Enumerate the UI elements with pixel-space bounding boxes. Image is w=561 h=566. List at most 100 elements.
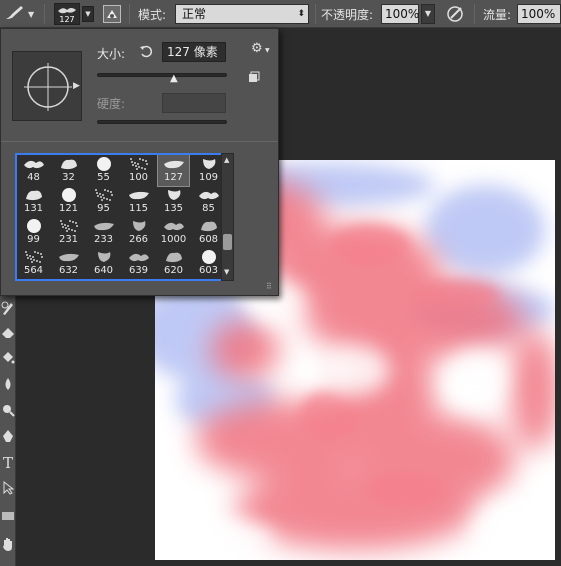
hand-tool[interactable] (0, 532, 16, 558)
brush-preset-size: 608 (198, 234, 219, 245)
brush-preset-picker-panel: ▶ 大小: 127 像素 ⚙ ▼ ▲ 硬度: 48 32 55 100 127 109 13… (0, 28, 279, 296)
brush-preset-item[interactable]: 55 (88, 155, 119, 186)
pressure-opacity-button[interactable] (446, 0, 470, 28)
brush-preset-size: 32 (62, 172, 75, 183)
size-slider-thumb[interactable]: ▲ (170, 73, 178, 84)
brush-preset-size: 639 (128, 265, 149, 276)
dodge-tool[interactable] (0, 398, 16, 424)
brush-preset-item[interactable]: 266 (123, 217, 154, 248)
reset-size-icon[interactable] (139, 44, 153, 61)
triangle-right-icon: ▶ (73, 81, 80, 91)
magnifier-icon (1, 403, 15, 420)
brush-preset-item[interactable]: 95 (88, 186, 119, 217)
brush-preset-item[interactable]: 639 (123, 248, 154, 279)
brush-preset-item[interactable]: 603 (193, 248, 224, 279)
blur-drop-icon (2, 377, 14, 394)
flow-value: 100% (521, 7, 556, 21)
presets-scrollbar[interactable]: ▲ ▼ (221, 153, 234, 281)
rectangle-tool[interactable] (0, 504, 16, 530)
brush-preset-item[interactable]: 608 (193, 217, 224, 248)
brush-tip-thumbnail (59, 253, 79, 262)
brush-tip-thumbnail (94, 222, 114, 231)
brush-preset-size: 48 (27, 172, 40, 183)
mode-label: 模式: (138, 7, 167, 22)
pen-tool[interactable] (0, 424, 16, 450)
brush-preset-item[interactable]: 100 (123, 155, 154, 186)
history-brush-tool[interactable] (0, 296, 16, 322)
updown-arrow-icon: ⬍ (297, 9, 305, 19)
flow-label: 流量: (483, 7, 512, 22)
opacity-label: 不透明度: (321, 7, 374, 22)
type-tool[interactable]: T (0, 450, 16, 476)
brush-tip-thumbnail (168, 190, 181, 200)
brush-preset-item[interactable]: 632 (53, 248, 84, 279)
brush-preset-size: 100 (128, 172, 149, 183)
brush-preset-item[interactable]: 620 (158, 248, 189, 279)
blend-mode-select[interactable]: 正常 ⬍ (175, 4, 309, 24)
brush-preset-item[interactable]: 564 (18, 248, 49, 279)
gear-icon[interactable]: ⚙ (251, 41, 263, 56)
pen-icon (1, 429, 15, 446)
brush-preset-item[interactable]: 99 (18, 217, 49, 248)
brush-preset-item[interactable]: 640 (88, 248, 119, 279)
scroll-down-icon[interactable]: ▼ (224, 268, 229, 276)
brush-tip-thumbnail (98, 252, 111, 262)
brush-preset-item[interactable]: 85 (193, 186, 224, 217)
scroll-thumb[interactable] (223, 234, 232, 250)
brush-preset-size: 131 (23, 203, 44, 214)
brush-preset-item[interactable]: 109 (193, 155, 224, 186)
brush-preset-size: 603 (198, 265, 219, 276)
brush-tip-thumbnail (27, 219, 41, 233)
toggle-brush-panel-button[interactable] (103, 0, 125, 28)
brush-preset-size: 266 (128, 234, 149, 245)
hardness-slider-track (97, 120, 227, 124)
brush-preset-item[interactable]: 115 (123, 186, 154, 217)
brush-tip-thumbnail (61, 159, 77, 170)
eraser-tool[interactable] (0, 320, 16, 346)
new-preset-icon[interactable] (248, 71, 260, 86)
brush-preset-item[interactable]: 48 (18, 155, 49, 186)
paint-bucket-tool[interactable] (0, 346, 16, 372)
resize-grip-icon[interactable]: ⠿ (266, 282, 272, 291)
brush-preset-item[interactable]: 1000 (158, 217, 189, 248)
brush-presets-grid: 48 32 55 100 127 109 131 121 95 115 135 85 99 231 233 2… (15, 153, 234, 281)
chevron-down-icon: ▼ (424, 9, 432, 18)
size-slider-track[interactable] (97, 73, 227, 77)
brush-tip-thumbnail (164, 160, 184, 169)
rectangle-icon (1, 510, 15, 525)
brush-preset-item[interactable]: 32 (53, 155, 84, 186)
flow-input[interactable]: 100% (517, 4, 561, 24)
brush-tip-thumbnail (97, 157, 111, 171)
brush-tip-thumbnail (166, 252, 182, 263)
brush-preset-size: 632 (58, 265, 79, 276)
brush-preset-item[interactable]: 131 (18, 186, 49, 217)
brush-panel-icon (103, 5, 121, 23)
brush-angle-roundness-preview[interactable]: ▶ (12, 51, 82, 121)
brush-preset-size: 121 (58, 203, 79, 214)
blur-tool[interactable] (0, 372, 16, 398)
brush-tip-thumbnail (129, 191, 149, 200)
scroll-up-icon[interactable]: ▲ (224, 156, 229, 164)
options-bar: ▼ 127 ▼ 模式: 正常 ⬍ 不透明度: 100% ▼ 流量: 100% (0, 0, 561, 28)
opacity-slider-toggle[interactable]: ▼ (421, 4, 435, 24)
brush-preset-item[interactable]: 231 (53, 217, 84, 248)
brush-preset-item[interactable]: 121 (53, 186, 84, 217)
brush-preset-item[interactable]: 135 (158, 186, 189, 217)
brush-tip-thumbnail (202, 250, 216, 264)
brush-preset-size: 99 (27, 234, 40, 245)
history-brush-icon (1, 300, 15, 319)
size-value: 127 像素 (167, 45, 218, 59)
brush-preset-size: 231 (58, 234, 79, 245)
brush-preset-size: 135 (163, 203, 184, 214)
brush-preset-item[interactable]: 233 (88, 217, 119, 248)
brush-tip-thumbnail (129, 253, 149, 262)
brush-preset-picker[interactable]: 127 ▼ (54, 0, 94, 28)
brush-preset-item[interactable]: 127 (157, 155, 190, 187)
path-selection-tool[interactable] (0, 476, 16, 502)
brush-tool-preset-picker[interactable]: ▼ (4, 0, 42, 28)
pressure-pen-icon (446, 3, 466, 26)
size-input[interactable]: 127 像素 (162, 42, 226, 62)
brush-preset-size: 55 (97, 172, 110, 183)
opacity-input[interactable]: 100% (381, 4, 419, 24)
brush-preset-size: 127 (163, 172, 184, 183)
